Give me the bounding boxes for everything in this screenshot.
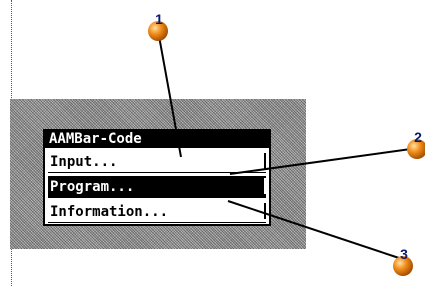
callout-3-leader-line (227, 200, 400, 259)
callout-layer: 1 2 3 (148, 11, 425, 276)
callout-2: 2 (407, 129, 425, 159)
callout-2-leader-line (229, 147, 419, 175)
callout-3-number: 3 (400, 246, 408, 262)
callout-1: 1 (148, 11, 168, 41)
callout-2-number: 2 (414, 129, 422, 145)
callout-3: 3 (393, 246, 413, 276)
callout-1-number: 1 (155, 11, 163, 27)
callout-1-leader-line (158, 35, 182, 158)
